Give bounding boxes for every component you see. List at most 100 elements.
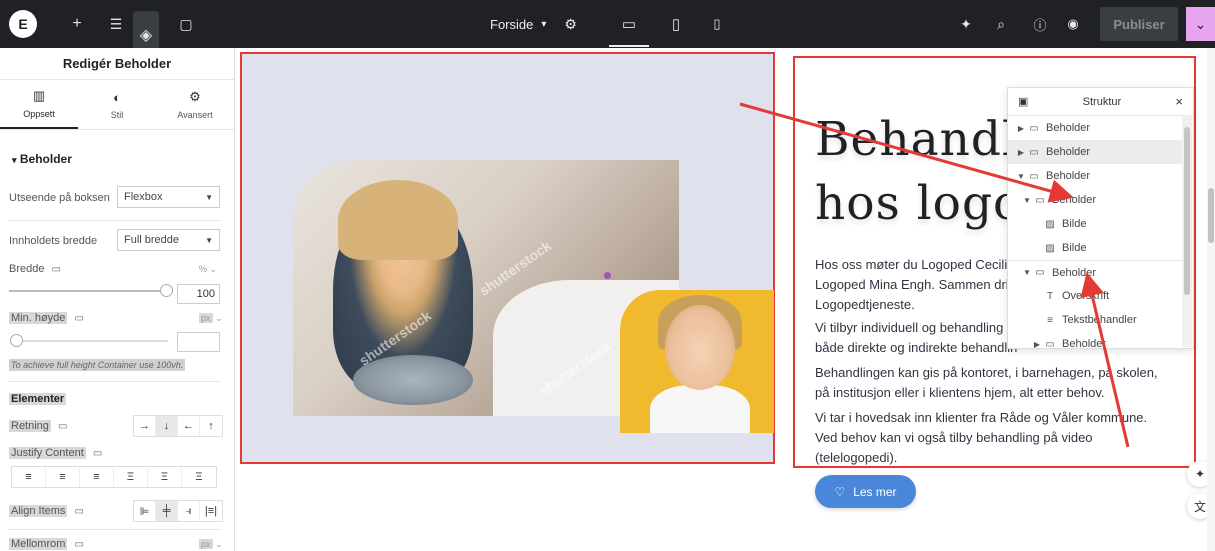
section-toggle[interactable]: ▾ Beholder — [12, 152, 72, 166]
structure-item[interactable]: ▶ ▭ Beholder — [1008, 116, 1183, 140]
settings-sliders-icon[interactable]: ☰ — [103, 0, 129, 48]
align-center-button[interactable]: ╪ — [156, 501, 178, 521]
align-label-text: Align Items — [9, 505, 68, 517]
search-icon[interactable]: ⌕ — [988, 0, 1014, 48]
justify-space-between-button[interactable]: Ξ — [114, 467, 148, 487]
preview-eye-icon[interactable]: ◉ — [1060, 0, 1086, 48]
desktop-icon[interactable]: ▭ — [617, 0, 641, 48]
desktop-icon[interactable]: ▭ — [93, 448, 102, 459]
structure-scrollbar[interactable] — [1182, 115, 1192, 347]
desktop-icon[interactable]: ▭ — [52, 264, 61, 275]
justify-space-around-button[interactable]: Ξ — [148, 467, 182, 487]
tablet-icon[interactable]: ▯ — [664, 0, 688, 48]
ai-assist-icon[interactable]: ✦ — [953, 0, 979, 48]
text-editor-icon: ≡ — [1047, 314, 1053, 326]
direction-row-reverse-button[interactable]: ← — [178, 416, 200, 436]
caret-right-icon[interactable]: ▶ — [1016, 148, 1026, 157]
caret-right-icon[interactable]: ▶ — [1032, 340, 1042, 349]
tab-advanced[interactable]: ⚙ Avansert — [156, 80, 234, 129]
min-height-slider[interactable] — [18, 340, 168, 342]
align-end-button[interactable]: ⫣ — [178, 501, 200, 521]
unit-value: px — [199, 539, 213, 549]
text-line: Hos oss møter du Logoped Cecilie — [815, 257, 1015, 272]
text-line: på institusjon eller i klientens hjem, a… — [815, 385, 1105, 400]
gap-label: Mellomrom ▭ — [9, 538, 84, 550]
les-mer-button[interactable]: ♡ Les mer — [815, 475, 916, 508]
width-input[interactable]: 100 — [177, 284, 220, 304]
desktop-icon[interactable]: ▭ — [74, 506, 83, 517]
structure-item[interactable]: ▶ ▭ Beholder — [1008, 140, 1183, 164]
page-selector[interactable]: Forside ▾ ⚙ — [490, 0, 577, 48]
dot-decoration — [604, 272, 611, 279]
min-height-label-text: Min. høyde — [9, 312, 68, 324]
page-scrollbar[interactable] — [1207, 48, 1215, 551]
heart-icon: ♡ — [834, 484, 846, 499]
caret-down-icon[interactable]: ▼ — [1022, 196, 1032, 205]
structure-item[interactable]: T Overskrift — [1008, 284, 1183, 308]
structure-item[interactable]: ▼ ▭ Beholder — [1008, 260, 1183, 284]
item-label: Beholder — [1046, 146, 1091, 158]
publish-button[interactable]: Publiser — [1100, 7, 1178, 41]
caret-down-icon[interactable]: ▼ — [1022, 268, 1032, 277]
box-look-select[interactable]: Flexbox ▼ — [117, 186, 220, 208]
align-stretch-button[interactable]: |≡| — [200, 501, 222, 521]
justify-space-evenly-button[interactable]: Ξ — [182, 467, 216, 487]
collapse-icon[interactable]: ▣ — [1018, 95, 1028, 108]
add-icon[interactable]: + — [64, 0, 90, 48]
paragraph-4[interactable]: Vi tar i hovedsak inn klienter fra Råde … — [815, 408, 1160, 468]
mobile-icon[interactable]: ▯ — [707, 0, 727, 48]
justify-label-text: Justify Content — [9, 447, 86, 459]
structure-item[interactable]: ▨ Bilde — [1008, 236, 1183, 260]
structure-item[interactable]: ▶ ▭ Beholder — [1008, 332, 1183, 349]
content-width-select[interactable]: Full bredde ▼ — [117, 229, 220, 251]
min-height-unit[interactable]: px ⌄ — [199, 313, 223, 324]
direction-row-button[interactable]: → — [134, 416, 156, 436]
divider — [9, 529, 221, 530]
justify-start-button[interactable]: ≡ — [12, 467, 46, 487]
direction-label: Retning ▭ — [9, 420, 67, 432]
caret-right-icon[interactable]: ▶ — [1016, 124, 1026, 133]
page-name: Forside — [490, 16, 534, 32]
publish-options-chevron-icon[interactable]: ⌄ — [1186, 7, 1215, 41]
direction-label-text: Retning — [9, 420, 51, 432]
justify-end-button[interactable]: ≡ — [80, 467, 114, 487]
structure-item[interactable]: ≡ Tekstbehandler — [1008, 308, 1183, 332]
tab-style[interactable]: ◐ Stil — [78, 80, 156, 129]
desktop-icon[interactable]: ▭ — [74, 539, 83, 550]
item-label: Beholder — [1046, 122, 1091, 134]
justify-label: Justify Content ▭ — [9, 447, 102, 459]
min-height-label: Min. høyde ▭ — [9, 312, 84, 324]
elementor-logo[interactable]: E — [9, 10, 37, 38]
item-label: Overskrift — [1062, 290, 1110, 302]
item-label: Beholder — [1046, 170, 1091, 182]
help-icon[interactable]: ⓘ — [1027, 0, 1053, 48]
scrollbar-thumb[interactable] — [1208, 188, 1214, 243]
secondary-image[interactable] — [620, 290, 774, 433]
direction-column-button[interactable]: ↓ — [156, 416, 178, 436]
structure-item[interactable]: ▼ ▭ Beholder — [1008, 164, 1183, 188]
chevron-down-icon: ▾ — [541, 18, 547, 30]
page-settings-icon[interactable]: ⚙ — [564, 16, 577, 33]
paragraph-3[interactable]: Behandlingen kan gis på kontoret, i barn… — [815, 363, 1160, 403]
gap-unit[interactable]: px ⌄ — [199, 539, 223, 550]
tab-label: Stil — [110, 109, 124, 120]
caret-down-icon[interactable]: ▼ — [1016, 172, 1026, 181]
direction-column-reverse-button[interactable]: ↑ — [200, 416, 222, 436]
min-height-input[interactable] — [177, 332, 220, 352]
width-slider[interactable] — [9, 290, 169, 292]
min-height-slider-handle[interactable] — [10, 334, 23, 347]
width-slider-handle[interactable] — [160, 284, 173, 297]
tab-layout[interactable]: ▥ Oppsett — [0, 80, 78, 129]
structure-item[interactable]: ▨ Bilde — [1008, 212, 1183, 236]
scrollbar-thumb[interactable] — [1184, 127, 1190, 295]
width-unit[interactable]: % ⌄ — [199, 264, 217, 275]
close-icon[interactable]: × — [1175, 94, 1183, 109]
justify-center-button[interactable]: ≡ — [46, 467, 80, 487]
comments-icon[interactable]: ▢ — [173, 0, 199, 48]
divider — [9, 220, 221, 221]
desktop-icon[interactable]: ▭ — [74, 313, 83, 324]
align-start-button[interactable]: ⊫ — [134, 501, 156, 521]
tab-label: Avansert — [177, 110, 213, 120]
desktop-icon[interactable]: ▭ — [58, 421, 67, 432]
structure-item[interactable]: ▼ ▭ Beholder — [1008, 188, 1183, 212]
